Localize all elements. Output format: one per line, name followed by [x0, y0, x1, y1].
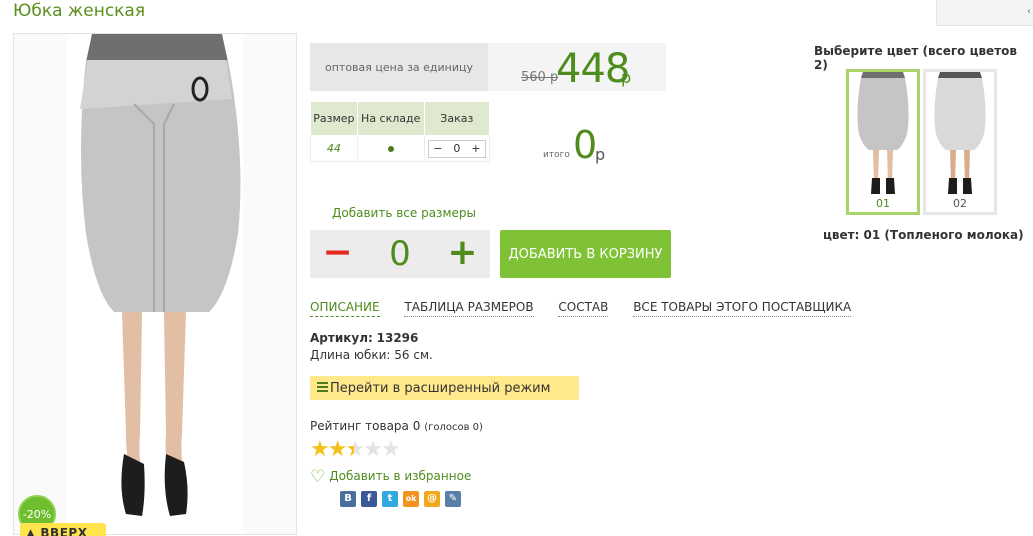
add-all-sizes-link[interactable]: Добавить все размеры	[332, 206, 476, 220]
order-cell: − 0 +	[423, 135, 491, 162]
total-label: итого	[543, 150, 570, 160]
table-row: 44 − 0 +	[310, 135, 491, 162]
star-half-icon[interactable]: ★	[345, 437, 365, 462]
heart-icon: ♡	[310, 467, 326, 487]
total-currency: р	[595, 145, 606, 164]
quantity-plus-button[interactable]: +	[435, 230, 490, 278]
color-option-01[interactable]: 01	[846, 69, 920, 215]
sku-line: Артикул: 13296	[310, 331, 418, 345]
advanced-mode-label: Перейти в расширенный режим	[330, 380, 551, 396]
color-option-code: 02	[953, 197, 967, 210]
rating-stars[interactable]: ★★★★★	[310, 437, 401, 462]
sizes-table-header: Размер На складе Заказ	[310, 101, 491, 136]
size-header: Размер	[310, 101, 358, 136]
twitter-icon[interactable]: t	[382, 491, 398, 507]
in-stock-cell	[356, 135, 425, 162]
size-qty-plus-button[interactable]: +	[467, 142, 485, 155]
sku-value: 13296	[376, 331, 419, 345]
add-to-cart-button[interactable]: ДОБАВИТЬ В КОРЗИНУ	[500, 230, 671, 278]
color-thumb-image	[934, 72, 986, 194]
product-title: Юбка женская	[13, 1, 146, 21]
scroll-up-button[interactable]: ▲ ВВЕРХ	[20, 523, 106, 536]
tab-supplier-products[interactable]: ВСЕ ТОВАРЫ ЭТОГО ПОСТАВЩИКА	[633, 300, 852, 317]
total-value: 0	[573, 123, 598, 167]
advanced-mode-button[interactable]: Перейти в расширенный режим	[310, 376, 579, 400]
stock-header: На складе	[356, 101, 425, 136]
livejournal-icon[interactable]: ✎	[445, 491, 461, 507]
product-tabs: ОПИСАНИЕ ТАБЛИЦА РАЗМЕРОВ СОСТАВ ВСЕ ТОВ…	[310, 300, 872, 317]
facebook-icon[interactable]: f	[361, 491, 377, 507]
star-icon[interactable]: ★	[328, 437, 348, 462]
sizes-table: Размер На складе Заказ 44 − 0 +	[310, 101, 491, 162]
odnoklassniki-icon[interactable]: ok	[403, 491, 419, 507]
quantity-minus-button[interactable]: −	[310, 230, 365, 278]
scroll-up-label: ВВЕРХ	[40, 526, 88, 536]
color-option-02[interactable]: 02	[923, 69, 997, 215]
price-block: оптовая цена за единицу 560 р 448 р	[310, 43, 666, 92]
current-price-currency: р	[621, 68, 632, 87]
star-icon[interactable]: ★	[310, 437, 330, 462]
order-header: Заказ	[423, 101, 491, 136]
old-price: 560 р	[521, 70, 559, 85]
vk-icon[interactable]: В	[340, 491, 356, 507]
in-stock-icon	[387, 146, 394, 152]
social-share: В f t ok @ ✎	[340, 491, 461, 507]
color-thumb-image	[857, 72, 909, 194]
product-main-image[interactable]	[13, 33, 297, 535]
star-icon[interactable]: ★	[363, 437, 383, 462]
tab-size-chart[interactable]: ТАБЛИЦА РАЗМЕРОВ	[404, 300, 534, 317]
rating-votes: (голосов 0)	[424, 422, 483, 433]
sku-label: Артикул:	[310, 331, 373, 345]
add-to-favorites-link[interactable]: ♡ Добавить в избранное	[310, 467, 471, 487]
quantity-stepper: − 0 +	[310, 230, 490, 278]
size-qty-minus-button[interactable]: −	[429, 142, 447, 155]
chevron-left-icon: ‹	[1027, 6, 1031, 17]
selected-color-name: цвет: 01 (Топленого молока)	[823, 228, 1024, 242]
tab-description[interactable]: ОПИСАНИЕ	[310, 300, 380, 317]
size-value: 44	[310, 135, 358, 162]
color-option-code: 01	[876, 197, 890, 210]
size-qty-stepper: − 0 +	[427, 139, 486, 158]
tab-composition[interactable]: СОСТАВ	[558, 300, 609, 317]
list-icon	[317, 382, 328, 393]
mailru-icon[interactable]: @	[424, 491, 440, 507]
rating-line: Рейтинг товара 0 (голосов 0)	[310, 419, 483, 433]
star-icon[interactable]: ★	[381, 437, 401, 462]
skirt-photo	[67, 34, 243, 534]
color-selector-title: Выберите цвет (всего цветов 2)	[814, 44, 1017, 72]
price-label: оптовая цена за единицу	[310, 43, 488, 91]
side-panel-tab[interactable]: ‹	[936, 0, 1033, 26]
current-price: 448	[556, 46, 630, 92]
size-qty-value[interactable]: 0	[447, 142, 467, 155]
rating-label: Рейтинг товара 0	[310, 419, 421, 433]
favorites-label: Добавить в избранное	[329, 469, 472, 483]
product-page: Юбка женская ‹ -20% ▲ ВВЕРХ оптовая цена…	[0, 0, 1033, 536]
quantity-value[interactable]: 0	[365, 230, 435, 278]
skirt-length: Длина юбки: 56 см.	[310, 348, 433, 362]
